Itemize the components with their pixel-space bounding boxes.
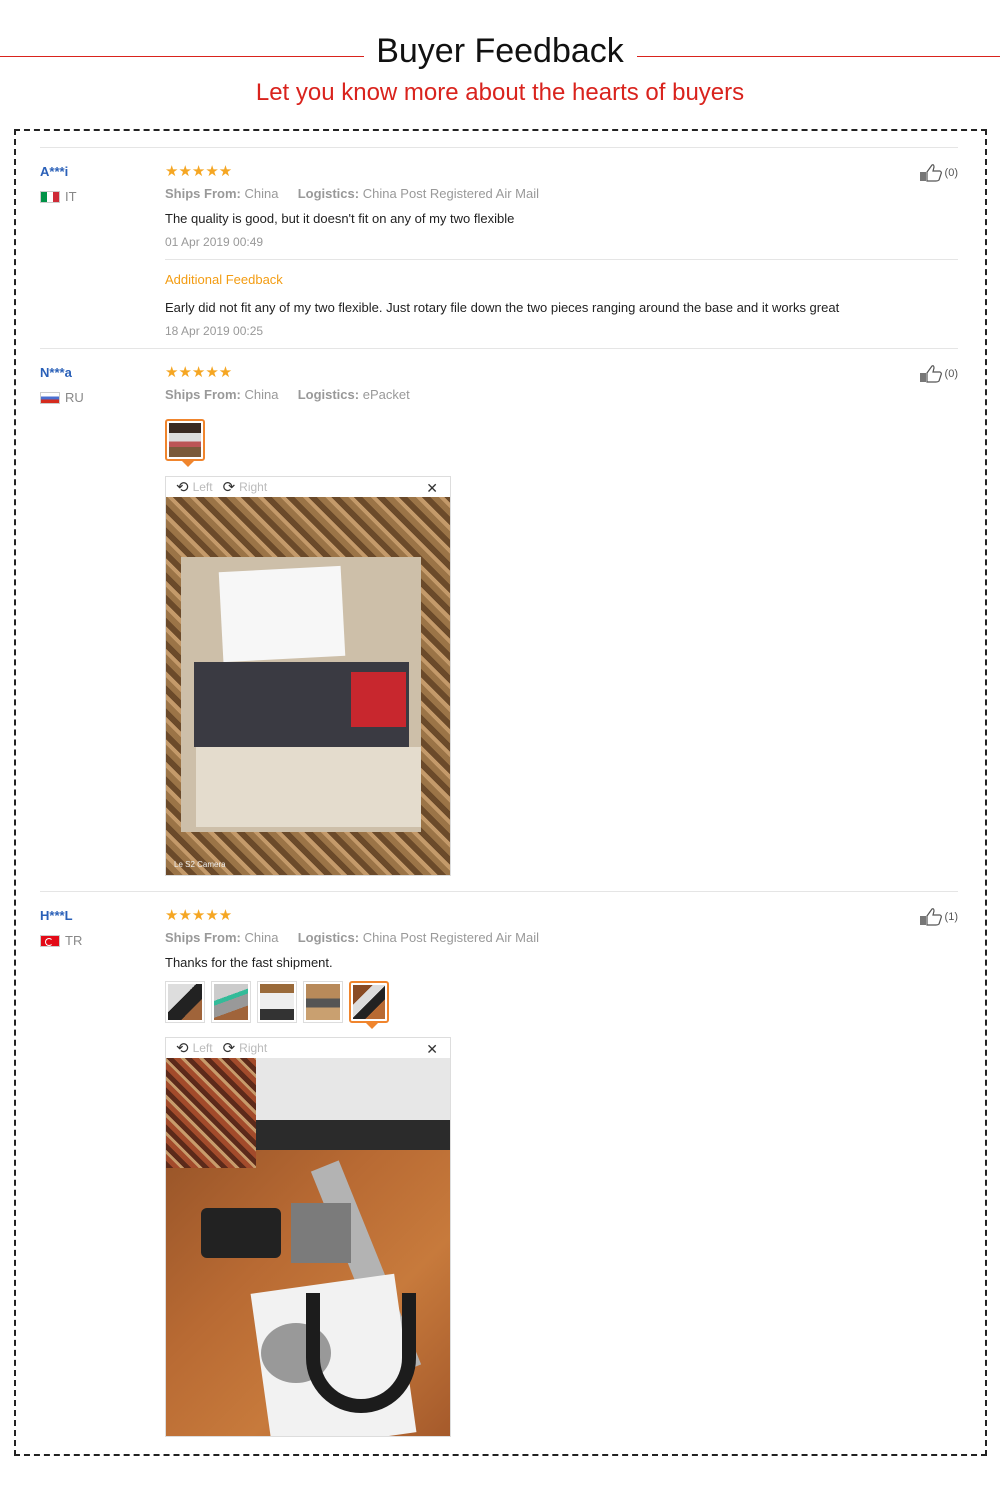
flag-russia-icon <box>40 391 60 404</box>
thumbs-up-icon <box>919 164 942 182</box>
review-text: The quality is good, but it doesn't fit … <box>165 211 515 226</box>
logistics-value: ePacket <box>362 387 410 402</box>
shipping-info: Ships From: China Logistics: ePacket <box>165 387 410 402</box>
close-icon[interactable]: ✕ <box>426 1041 438 1058</box>
review-photo: Le S2 Camera <box>166 497 450 875</box>
rotate-left-label: Left <box>192 480 213 494</box>
logistics-label: Logistics: <box>297 186 360 201</box>
photo-viewer-toolbar: ⟲ Left ⟳ Right ✕ <box>166 477 450 497</box>
rotate-left-label: Left <box>192 1041 213 1055</box>
country-code: IT <box>65 189 77 204</box>
flag-italy-icon <box>40 190 60 203</box>
logistics-value: China Post Registered Air Mail <box>362 930 540 945</box>
review-item: A***i IT ★★★★★ Ships From: China Logisti… <box>40 147 958 348</box>
country-code: TR <box>65 933 83 948</box>
rotate-right-icon: ⟳ <box>222 478 236 496</box>
shipping-info: Ships From: China Logistics: China Post … <box>165 930 539 945</box>
rotate-left-icon: ⟲ <box>176 478 189 496</box>
like-count: (1) <box>944 911 958 923</box>
additional-feedback-label: Additional Feedback <box>165 272 283 287</box>
ships-from-value: China <box>244 387 279 402</box>
shipping-info: Ships From: China Logistics: China Post … <box>165 186 539 201</box>
additional-feedback-date: 18 Apr 2019 00:25 <box>165 324 264 338</box>
logistics-label: Logistics: <box>297 930 360 945</box>
rating-stars: ★★★★★ <box>165 906 233 924</box>
review-date: 01 Apr 2019 00:49 <box>165 235 264 249</box>
camera-watermark: Le S2 Camera <box>174 860 226 869</box>
additional-feedback-text: Early did not fit any of my two flexible… <box>165 300 840 315</box>
logistics-label: Logistics: <box>297 387 360 402</box>
review-photo-thumbnails <box>165 981 389 1029</box>
page-header: Buyer Feedback Let you know more about t… <box>0 0 1000 120</box>
divider <box>165 259 958 260</box>
review-item: N***a RU ★★★★★ Ships From: China Logisti… <box>40 348 958 891</box>
rotate-right-label: Right <box>239 1041 268 1055</box>
rotate-right-icon: ⟳ <box>222 1039 236 1057</box>
reviewer-name[interactable]: N***a <box>40 365 72 380</box>
reviewer-country: TR <box>40 933 82 948</box>
reviewer-country: IT <box>40 189 77 204</box>
close-icon[interactable]: ✕ <box>426 480 438 497</box>
rotate-left-button[interactable]: ⟲ Left <box>176 1041 213 1056</box>
rotate-right-label: Right <box>239 480 268 494</box>
like-button[interactable]: (0) <box>919 164 958 182</box>
photo-viewer: ⟲ Left ⟳ Right ✕ Le S2 Camera <box>165 476 451 876</box>
reviewer-country: RU <box>40 390 84 405</box>
ships-from-label: Ships From: <box>165 387 241 402</box>
reviewer-name[interactable]: H***L <box>40 908 73 923</box>
review-photo-thumbnails <box>165 419 205 467</box>
ships-from-label: Ships From: <box>165 930 241 945</box>
like-button[interactable]: (0) <box>919 365 958 383</box>
rotate-left-icon: ⟲ <box>176 1039 189 1057</box>
rotate-right-button[interactable]: ⟳ Right <box>223 1041 268 1056</box>
photo-thumbnail[interactable] <box>165 981 205 1023</box>
reviewer-name[interactable]: A***i <box>40 164 68 179</box>
ships-from-label: Ships From: <box>165 186 241 201</box>
review-text: Thanks for the fast shipment. <box>165 955 333 970</box>
thumbs-up-icon <box>919 365 942 383</box>
photo-viewer: ⟲ Left ⟳ Right ✕ <box>165 1037 451 1437</box>
rating-stars: ★★★★★ <box>165 162 233 180</box>
like-count: (0) <box>944 167 958 179</box>
rotate-right-button[interactable]: ⟳ Right <box>223 480 268 495</box>
photo-thumbnail[interactable] <box>303 981 343 1023</box>
ships-from-value: China <box>244 186 279 201</box>
photo-thumbnail[interactable] <box>165 419 205 467</box>
logistics-value: China Post Registered Air Mail <box>362 186 540 201</box>
page-subtitle: Let you know more about the hearts of bu… <box>255 79 745 106</box>
rotate-left-button[interactable]: ⟲ Left <box>176 480 213 495</box>
like-count: (0) <box>944 368 958 380</box>
ships-from-value: China <box>244 930 279 945</box>
country-code: RU <box>65 390 84 405</box>
photo-thumbnail[interactable] <box>211 981 251 1023</box>
page-title: Buyer Feedback <box>376 32 624 70</box>
review-item: H***L TR ★★★★★ Ships From: China Logisti… <box>40 891 958 1441</box>
photo-thumbnail[interactable] <box>349 981 389 1029</box>
like-button[interactable]: (1) <box>919 908 958 926</box>
photo-thumbnail[interactable] <box>257 981 297 1023</box>
review-photo <box>166 1058 450 1436</box>
rating-stars: ★★★★★ <box>165 363 233 381</box>
flag-turkey-icon <box>40 934 60 947</box>
photo-viewer-toolbar: ⟲ Left ⟳ Right ✕ <box>166 1038 450 1058</box>
thumbs-up-icon <box>919 908 942 926</box>
